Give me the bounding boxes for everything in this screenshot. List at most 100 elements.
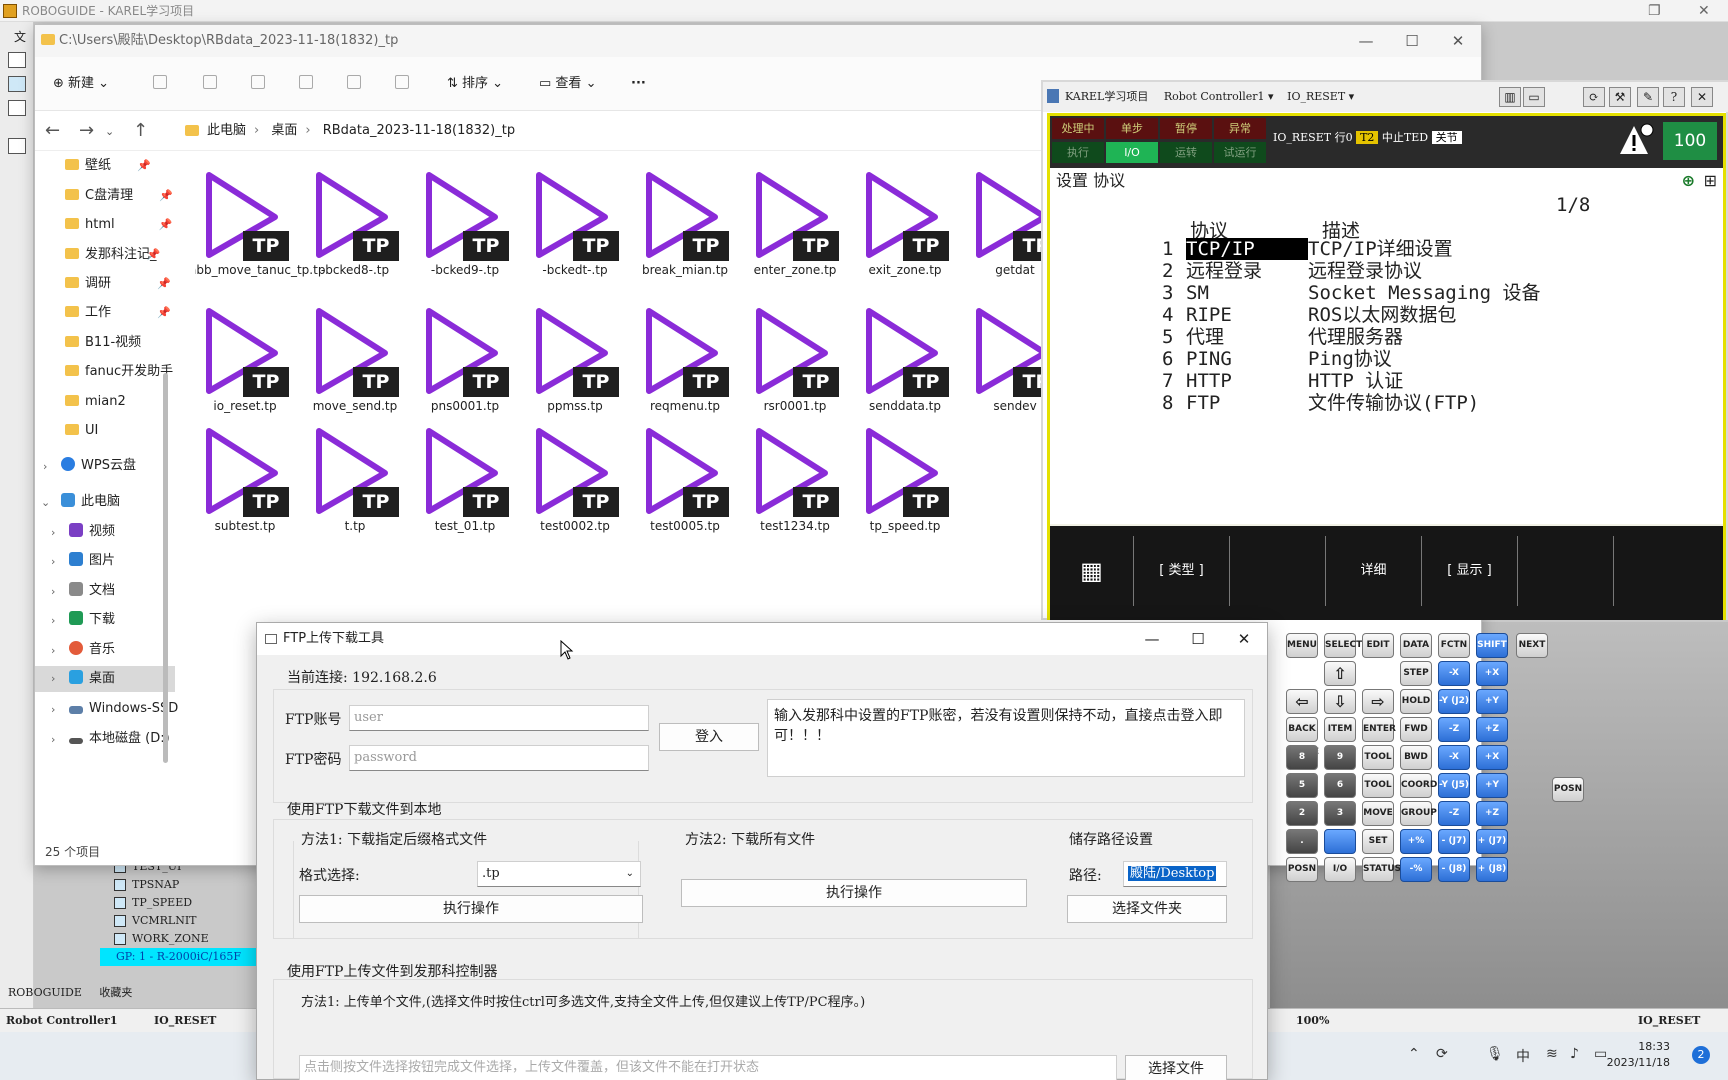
file-item[interactable]: TP test0005.tp xyxy=(635,425,735,545)
sidebar-item[interactable]: B11-视频 xyxy=(65,330,141,356)
keypad-key[interactable]: +X (J1) xyxy=(1476,661,1508,701)
refresh-icon[interactable]: ⟳ xyxy=(1583,87,1605,107)
sidebar-item[interactable]: fanuc开发助手 xyxy=(65,359,173,385)
file-item[interactable]: TP enter_zone.tp xyxy=(745,169,845,289)
tree-item[interactable]: WORK_ZONE xyxy=(110,930,260,948)
softkey-f2[interactable] xyxy=(1230,536,1326,606)
panel-icon[interactable] xyxy=(8,138,26,154)
sidebar-item-windows-ssd[interactable]: Windows-SSD xyxy=(69,696,178,722)
execute-method2-button[interactable]: 执行操作 xyxy=(681,879,1027,907)
sync-icon[interactable]: ⟳ xyxy=(1436,1046,1448,1062)
keypad-key[interactable]: EDIT xyxy=(1362,633,1394,658)
arrow-up-key[interactable]: ⇧ xyxy=(1324,661,1356,686)
hint-textbox[interactable]: 输入发那科中设置的FTP账密，若没有设置则保持不动，直接点击登入即可！！！ xyxy=(767,699,1245,777)
keypad-key[interactable]: + (J7) xyxy=(1476,829,1508,854)
keypad-key[interactable]: I/O xyxy=(1324,857,1356,882)
menu-grid-key[interactable]: ▦ xyxy=(1050,536,1134,606)
split-screen-icon[interactable]: ⊞ xyxy=(1704,168,1717,194)
sidebar-item[interactable]: 发那科注记_ 📌 xyxy=(65,242,161,268)
breadcrumb-this-pc[interactable]: 此电脑 xyxy=(207,123,246,138)
keypad-key[interactable]: NEXT xyxy=(1516,633,1548,658)
maximize-icon[interactable]: ☐ xyxy=(1175,623,1221,655)
tree-item[interactable]: VCMRLNIT xyxy=(110,912,260,930)
sidebar-item-videos[interactable]: 视频 xyxy=(69,519,115,545)
sidebar-item-downloads[interactable]: 下载 xyxy=(69,607,115,633)
keypad-key[interactable]: -Z (J6) xyxy=(1438,801,1470,841)
chevron-up-icon[interactable]: ⌃ xyxy=(1408,1046,1420,1062)
ime-icon[interactable]: 中 xyxy=(1516,1046,1530,1066)
tree-item[interactable]: TPSNAP xyxy=(110,876,260,894)
protocol-row[interactable]: 3 SM Socket Messaging 设备 xyxy=(1162,282,1540,304)
keypad-key[interactable]: ITEM xyxy=(1324,717,1356,742)
file-item[interactable]: TP -bckedt-.tp xyxy=(525,169,625,289)
sidebar-item-music[interactable]: 音乐 xyxy=(69,637,115,663)
arrow-left-key[interactable]: ⇦ xyxy=(1286,689,1318,714)
file-item[interactable]: TP -bcked8-.tp xyxy=(305,169,405,289)
choose-file-button[interactable]: 选择文件 xyxy=(1125,1055,1227,1080)
softkey-detail[interactable]: 详细 xyxy=(1326,536,1422,606)
share-icon[interactable] xyxy=(347,75,361,89)
keypad-key[interactable]: BACK SPACE xyxy=(1286,717,1319,757)
login-button[interactable]: 登入 xyxy=(659,723,759,751)
sort-button[interactable]: ⇅ 排序 ⌄ xyxy=(447,73,503,95)
view-button[interactable]: ▭ 查看 ⌄ xyxy=(539,73,596,95)
sidebar-item-desktop[interactable]: › 桌面 xyxy=(35,666,175,692)
choose-folder-button[interactable]: 选择文件夹 xyxy=(1067,895,1227,923)
keypad-key[interactable]: -% xyxy=(1400,857,1432,882)
keypad-key[interactable]: DATA xyxy=(1400,633,1432,658)
grid-icon[interactable] xyxy=(8,100,26,116)
restore-icon[interactable]: ❐ xyxy=(1648,0,1661,22)
protocol-row[interactable]: 6 PING Ping协议 xyxy=(1162,348,1392,370)
expand-icon[interactable]: › xyxy=(43,460,47,473)
keypad-key[interactable]: 9 xyxy=(1324,745,1356,770)
file-item[interactable]: TP abb_move_tanuc_tp.tp xyxy=(195,169,325,289)
sidebar-item[interactable]: UI xyxy=(65,418,98,444)
expand-icon[interactable]: › xyxy=(51,644,55,657)
softkey-display[interactable]: [ 显示 ] xyxy=(1422,536,1518,606)
trash-icon[interactable]: ▥ xyxy=(1499,87,1521,107)
collapse-icon[interactable]: ⌄ xyxy=(41,496,50,509)
tab-favorites[interactable]: 收藏夹 xyxy=(99,986,132,999)
breadcrumb-desktop[interactable]: 桌面 xyxy=(271,123,297,138)
sidebar-item-drive-d[interactable]: 本地磁盘 (D:) xyxy=(69,726,170,752)
notification-badge[interactable]: 2 xyxy=(1692,1046,1710,1064)
file-item[interactable]: TP senddata.tp xyxy=(855,305,955,425)
keypad-key[interactable]: FWD xyxy=(1400,717,1432,742)
expand-icon[interactable]: › xyxy=(51,614,55,627)
tab-roboguide[interactable]: ROBOGUIDE xyxy=(8,986,82,999)
volume-icon[interactable]: ♪ xyxy=(1570,1046,1579,1062)
path-input[interactable]: 殿陆/Desktop xyxy=(1123,861,1227,887)
expand-icon[interactable]: › xyxy=(51,526,55,539)
file-item[interactable]: TP ppmss.tp xyxy=(525,305,625,425)
status-program[interactable]: IO_RESET xyxy=(154,1009,216,1033)
wifi-icon[interactable]: ≋ xyxy=(1546,1046,1558,1062)
keypad-key[interactable] xyxy=(1324,829,1356,854)
sidebar-item[interactable]: 调研 📌 xyxy=(65,271,171,297)
keypad-key[interactable]: + (J8) xyxy=(1476,857,1508,882)
keypad-key[interactable]: - (J7) xyxy=(1438,829,1470,854)
account-input[interactable]: user xyxy=(349,705,649,731)
maximize-icon[interactable]: ☐ xyxy=(1389,25,1435,57)
microphone-icon[interactable]: 🎙 xyxy=(1486,1046,1504,1062)
file-item[interactable]: TP subtest.tp xyxy=(195,425,295,545)
status-controller[interactable]: Robot Controller1 xyxy=(6,1009,118,1033)
keypad-key[interactable]: 3 xyxy=(1324,801,1356,826)
protocol-row[interactable]: 4 RIPE ROS以太网数据包 xyxy=(1162,304,1456,326)
back-icon[interactable]: ← xyxy=(45,120,60,141)
expand-icon[interactable]: › xyxy=(51,555,55,568)
file-item[interactable]: TP test0002.tp xyxy=(525,425,625,545)
protocol-row[interactable]: 1 TCP/IP TCP/IP详细设置 xyxy=(1162,238,1453,260)
keypad-key[interactable]: - (J8) xyxy=(1438,857,1470,882)
keypad-key[interactable]: TOOL 1 xyxy=(1362,745,1394,785)
new-button[interactable]: ⊕ 新建 ⌄ xyxy=(53,73,109,95)
softkey-type[interactable]: [ 类型 ] xyxy=(1134,536,1230,606)
copy-icon[interactable] xyxy=(203,75,217,89)
controller-select[interactable]: Robot Controller1 ▾ xyxy=(1164,90,1274,103)
sidebar-item-wps[interactable]: WPS云盘 xyxy=(61,453,136,479)
keypad-key[interactable]: STEP xyxy=(1400,661,1432,686)
breadcrumb-folder[interactable]: RBdata_2023-11-18(1832)_tp xyxy=(323,123,515,138)
file-item[interactable]: TP pns0001.tp xyxy=(415,305,515,425)
keypad-key[interactable]: 2 xyxy=(1286,801,1318,826)
file-item[interactable]: TP test1234.tp xyxy=(745,425,845,545)
file-item[interactable]: TP break_mian.tp xyxy=(635,169,735,289)
